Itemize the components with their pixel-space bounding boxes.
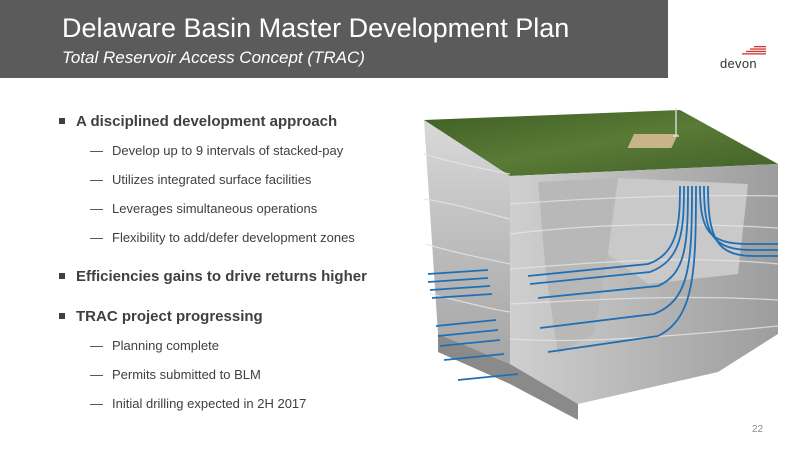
slide-title: Delaware Basin Master Development Plan xyxy=(62,13,570,43)
sub-bullet-item: — Utilizes integrated surface facilities xyxy=(58,171,418,189)
logo-wordmark: devon xyxy=(720,56,757,71)
sub-bullet-text: Develop up to 9 intervals of stacked-pay xyxy=(112,143,344,158)
sub-bullet-text: Flexibility to add/defer development zon… xyxy=(112,230,355,245)
reservoir-block-diagram xyxy=(423,108,778,420)
dash-marker: — xyxy=(90,143,103,158)
page-number: 22 xyxy=(752,424,764,435)
dash-marker: — xyxy=(90,338,103,353)
bullet-item: A disciplined development approach xyxy=(58,112,418,132)
sub-bullet-item: — Flexibility to add/defer development zo… xyxy=(58,229,418,247)
dash-marker: — xyxy=(90,230,103,245)
sub-bullet-text: Leverages simultaneous operations xyxy=(112,201,318,216)
dash-marker: — xyxy=(90,396,103,411)
dash-marker: — xyxy=(90,172,103,187)
dash-marker: — xyxy=(90,201,103,216)
sub-bullet-item: — Leverages simultaneous operations xyxy=(58,200,418,218)
sub-bullet-text: Utilizes integrated surface facilities xyxy=(112,172,312,187)
drilling-pad xyxy=(627,134,679,148)
sub-bullet-text: Initial drilling expected in 2H 2017 xyxy=(112,396,307,411)
title-banner: Delaware Basin Master Development Plan T… xyxy=(0,0,668,78)
sub-bullet-item: — Planning complete xyxy=(58,337,418,355)
sub-bullet-text: Permits submitted to BLM xyxy=(112,367,261,382)
slide-subtitle: Total Reservoir Access Concept (TRAC) xyxy=(62,48,365,67)
sub-bullet-item: — Develop up to 9 intervals of stacked-pa… xyxy=(58,142,418,160)
sub-bullet-text: Planning complete xyxy=(112,338,219,353)
logo-mark-icon xyxy=(742,46,766,55)
sub-bullet-item: — Permits submitted to BLM xyxy=(58,366,418,384)
bullet-item: Efficiencies gains to drive returns high… xyxy=(58,267,418,287)
sub-bullet-item: — Initial drilling expected in 2H 2017 xyxy=(58,395,418,413)
bullet-item: TRAC project progressing xyxy=(58,307,418,327)
dash-marker: — xyxy=(90,367,103,382)
devon-logo: devon xyxy=(712,46,772,74)
bullet-list: A disciplined development approach — Devel… xyxy=(58,112,418,413)
